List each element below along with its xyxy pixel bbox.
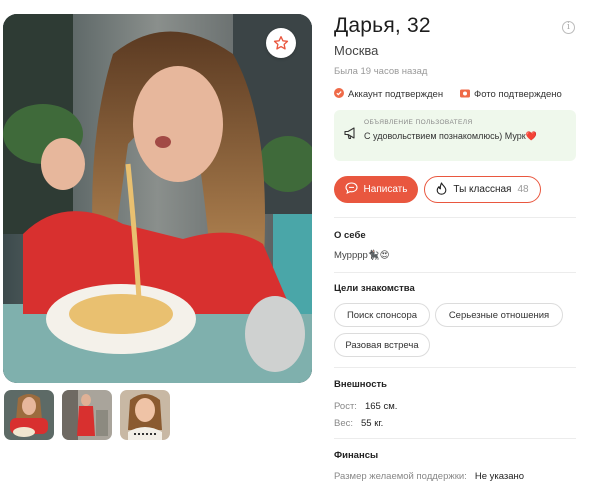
weight-row: Вес: 55 кг. xyxy=(334,418,383,429)
info-icon[interactable]: i xyxy=(562,21,575,34)
account-verified-badge: Аккаунт подтвержден xyxy=(334,88,443,101)
goals-title: Цели знакомства xyxy=(334,283,415,294)
thumbnail-2[interactable] xyxy=(62,390,112,440)
divider xyxy=(334,438,576,439)
main-profile-photo[interactable] xyxy=(3,14,312,383)
support-label: Размер желаемой поддержки: xyxy=(334,471,467,482)
photo-verified-badge: Фото подтверждено xyxy=(460,88,562,101)
megaphone-icon xyxy=(344,127,358,145)
about-text: Мурррр🐈‍⬛😍 xyxy=(334,250,390,261)
compliment-button[interactable]: Ты классная 48 xyxy=(424,176,541,203)
height-row: Рост: 165 см. xyxy=(334,401,397,412)
write-label: Написать xyxy=(363,184,408,195)
check-badge-icon xyxy=(334,88,344,101)
goal-chip[interactable]: Поиск спонсора xyxy=(334,303,430,327)
about-title: О себе xyxy=(334,230,366,241)
thumbnail-3[interactable] xyxy=(120,390,170,440)
photo-thumbnails xyxy=(4,390,170,440)
divider xyxy=(334,367,576,368)
flame-icon xyxy=(436,181,447,198)
goal-chip[interactable]: Разовая встреча xyxy=(334,333,430,357)
thumbnail-1[interactable] xyxy=(4,390,54,440)
profile-name-age: Дарья, 32 xyxy=(334,14,431,37)
profile-details: Дарья, 32 i Москва Была 19 часов назад А… xyxy=(334,0,584,490)
compliment-label: Ты классная xyxy=(453,184,512,195)
divider xyxy=(334,272,576,273)
weight-value: 55 кг. xyxy=(361,418,384,429)
height-value: 165 см. xyxy=(364,401,398,412)
weight-label: Вес: xyxy=(334,418,354,429)
support-value: Не указано xyxy=(474,471,525,482)
divider xyxy=(334,217,576,218)
photo-verified-label: Фото подтверждено xyxy=(474,89,562,100)
appearance-title: Внешность xyxy=(334,379,387,390)
announcement-text: С удовольствием познакомлюсь) Мурк❤️ xyxy=(364,131,537,141)
write-message-button[interactable]: Написать xyxy=(334,176,418,203)
compliment-count: 48 xyxy=(517,184,529,195)
announcement-title: ОБЪЯВЛЕНИЕ ПОЛЬЗОВАТЕЛЯ xyxy=(364,119,473,126)
user-announcement: ОБЪЯВЛЕНИЕ ПОЛЬЗОВАТЕЛЯ С удовольствием … xyxy=(334,110,576,161)
last-seen: Была 19 часов назад xyxy=(334,66,428,77)
goal-chip[interactable]: Серьезные отношения xyxy=(435,303,563,327)
height-label: Рост: xyxy=(334,401,357,412)
favorite-button[interactable] xyxy=(266,28,296,58)
support-row: Размер желаемой поддержки: Не указано xyxy=(334,471,524,482)
camera-icon xyxy=(460,88,470,101)
finance-title: Финансы xyxy=(334,450,379,461)
star-icon xyxy=(273,35,289,51)
chat-icon xyxy=(344,182,358,197)
account-verified-label: Аккаунт подтвержден xyxy=(348,89,444,100)
profile-city: Москва xyxy=(334,43,379,58)
